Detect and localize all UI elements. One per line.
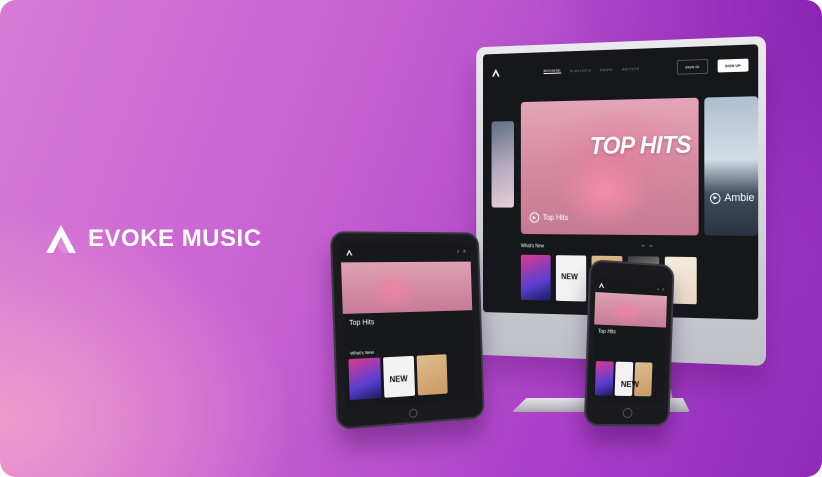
album-cover[interactable] (595, 361, 614, 396)
album-cover-new[interactable] (556, 255, 586, 301)
home-button (408, 409, 417, 419)
evoke-a-logo-icon (346, 248, 353, 255)
tablet-hero-title: Top Hits (349, 319, 374, 327)
section-title-whats-new: What's New (521, 243, 544, 249)
sign-up-button[interactable]: SIGN UP (717, 58, 748, 72)
menu-icon[interactable]: ≡ (662, 286, 664, 291)
sign-in-button[interactable]: SIGN IN (677, 58, 708, 74)
menu-icon[interactable]: ≡ (463, 249, 466, 255)
phone-hero[interactable] (594, 292, 667, 328)
evoke-a-logo-icon (492, 68, 501, 78)
nav-item-radio[interactable]: RADIO (600, 67, 613, 72)
tablet-topbar: ⌕ ≡ (340, 244, 470, 261)
search-icon[interactable]: ⌕ (457, 249, 460, 255)
evoke-a-logo-icon (44, 222, 78, 256)
hero-slide-top-hits[interactable]: TOP HITS ▶ Top Hits (521, 98, 699, 236)
tablet-section-title: What's New (350, 350, 374, 356)
album-cover[interactable] (521, 255, 551, 301)
phone-screen: ⌕ ≡ Top Hits (592, 278, 668, 403)
play-icon[interactable]: ▶ (530, 212, 540, 222)
tablet-hero[interactable] (341, 262, 472, 314)
hero-caption: ▶ Top Hits (530, 212, 569, 223)
tablet-album-row (348, 354, 447, 400)
carousel-arrows-icon[interactable]: ← → (641, 243, 654, 249)
tablet-device: ⌕ ≡ Top Hits What's New (330, 231, 485, 430)
evoke-a-logo-icon (598, 282, 604, 288)
hero-title: TOP HITS (590, 131, 691, 160)
nav-item-playlists[interactable]: PLAYLISTS (570, 67, 591, 72)
album-cover-new[interactable] (615, 362, 634, 396)
tablet-screen: ⌕ ≡ Top Hits What's New (340, 244, 475, 409)
album-cover[interactable] (348, 358, 381, 401)
desktop-nav: BROWSE PLAYLISTS RADIO ARTISTS SIGN IN S… (483, 44, 758, 92)
album-cover-new[interactable] (383, 356, 415, 398)
home-button (623, 408, 633, 418)
play-icon[interactable]: ▶ (710, 193, 721, 204)
hero-slide-prev[interactable] (492, 121, 514, 208)
nav-item-artists[interactable]: ARTISTS (622, 66, 639, 71)
phone-device: ⌕ ≡ Top Hits (584, 259, 675, 426)
promo-card: EVOKE MUSIC BROWSE PLAYLISTS RADIO ARTIS… (0, 0, 822, 477)
search-icon[interactable]: ⌕ (657, 286, 659, 291)
hero-next-caption: ▶ Ambie (710, 192, 754, 204)
brand-name: EVOKE MUSIC (88, 225, 262, 253)
brand: EVOKE MUSIC (44, 222, 262, 256)
phone-album-row (595, 361, 653, 396)
hero-slide-next[interactable]: ▶ Ambie (704, 96, 758, 236)
nav-item-browse[interactable]: BROWSE (544, 68, 561, 74)
phone-hero-title: Top Hits (598, 329, 616, 336)
nav-brand (509, 71, 535, 72)
album-cover[interactable] (417, 354, 448, 395)
